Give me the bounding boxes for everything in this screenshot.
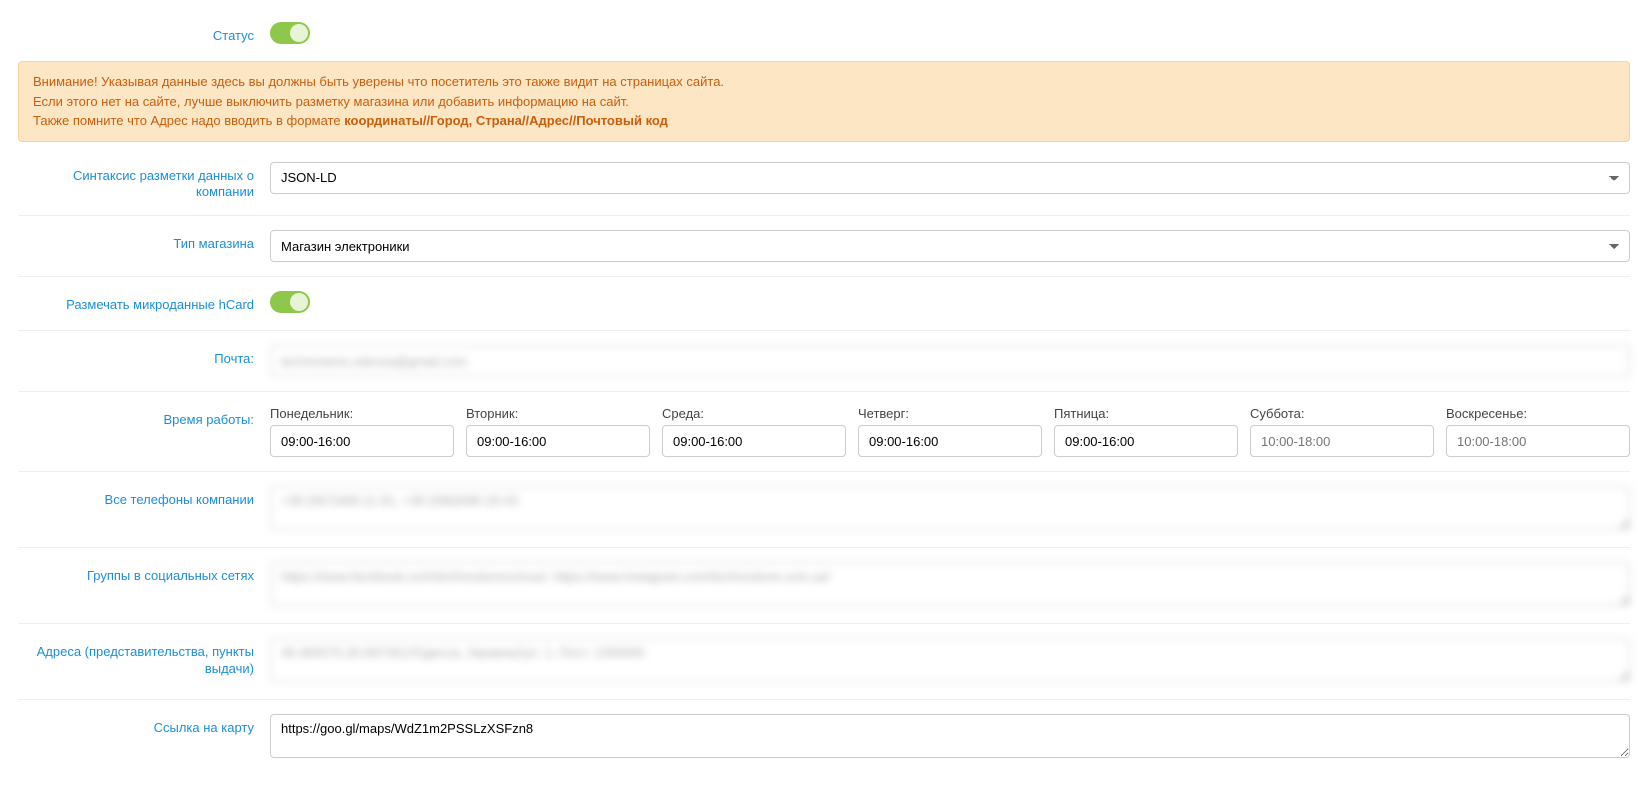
day-group: Суббота: xyxy=(1250,406,1434,457)
day-label: Суббота: xyxy=(1250,406,1434,421)
day-hours-input[interactable] xyxy=(1446,425,1630,457)
syntax-select[interactable]: JSON-LD xyxy=(270,162,1630,194)
day-label: Вторник: xyxy=(466,406,650,421)
days-container: Понедельник: Вторник: Среда: Четверг: Пятниц… xyxy=(270,406,1630,457)
phones-textarea[interactable] xyxy=(270,486,1630,530)
label-hcard: Размечать микроданные hCard xyxy=(66,297,254,312)
alert-line-1: Внимание! Указывая данные здесь вы должн… xyxy=(33,72,1615,92)
day-group: Воскресенье: xyxy=(1446,406,1630,457)
label-email: Почта: xyxy=(214,351,254,366)
day-label: Понедельник: xyxy=(270,406,454,421)
day-group: Понедельник: xyxy=(270,406,454,457)
label-syntax: Синтаксис разметки данных о компании xyxy=(73,168,254,200)
row-social: Группы в социальных сетях xyxy=(18,548,1630,624)
day-hours-input[interactable] xyxy=(662,425,846,457)
toggle-knob-icon xyxy=(290,293,308,311)
day-label: Пятница: xyxy=(1054,406,1238,421)
label-phones: Все телефоны компании xyxy=(105,492,254,507)
day-hours-input[interactable] xyxy=(858,425,1042,457)
label-status: Статус xyxy=(213,28,254,43)
status-toggle[interactable] xyxy=(270,22,310,44)
social-textarea[interactable] xyxy=(270,562,1630,606)
row-phones: Все телефоны компании xyxy=(18,472,1630,548)
day-hours-input[interactable] xyxy=(270,425,454,457)
settings-form: Статус Внимание! Указывая данные здесь в… xyxy=(0,0,1648,793)
warning-alert: Внимание! Указывая данные здесь вы должн… xyxy=(18,61,1630,142)
day-group: Вторник: xyxy=(466,406,650,457)
row-hours: Время работы: Понедельник: Вторник: Среда:… xyxy=(18,392,1630,472)
row-store-type: Тип магазина Магазин электроники xyxy=(18,216,1630,277)
row-syntax: Синтаксис разметки данных о компании JSO… xyxy=(18,148,1630,217)
day-label: Воскресенье: xyxy=(1446,406,1630,421)
alert-line-2: Если этого нет на сайте, лучше выключить… xyxy=(33,92,1615,112)
store-type-select[interactable]: Магазин электроники xyxy=(270,230,1630,262)
row-map-link: Ссылка на карту xyxy=(18,700,1630,775)
day-group: Пятница: xyxy=(1054,406,1238,457)
row-email: Почта: xyxy=(18,331,1630,392)
map-link-textarea[interactable] xyxy=(270,714,1630,758)
day-hours-input[interactable] xyxy=(1250,425,1434,457)
label-map-link: Ссылка на карту xyxy=(154,720,254,735)
label-social: Группы в социальных сетях xyxy=(87,568,254,583)
label-store-type: Тип магазина xyxy=(173,236,254,251)
day-label: Среда: xyxy=(662,406,846,421)
row-addresses: Адреса (представительства, пункты выдачи… xyxy=(18,624,1630,700)
row-status: Статус xyxy=(18,8,1630,61)
day-group: Четверг: xyxy=(858,406,1042,457)
day-group: Среда: xyxy=(662,406,846,457)
email-input[interactable] xyxy=(270,345,1630,377)
label-hours: Время работы: xyxy=(164,412,254,427)
day-label: Четверг: xyxy=(858,406,1042,421)
day-hours-input[interactable] xyxy=(466,425,650,457)
alert-line-3: Также помните что Адрес надо вводить в ф… xyxy=(33,111,1615,131)
day-hours-input[interactable] xyxy=(1054,425,1238,457)
hcard-toggle[interactable] xyxy=(270,291,310,313)
label-addresses: Адреса (представительства, пункты выдачи… xyxy=(37,644,254,676)
addresses-textarea[interactable] xyxy=(270,638,1630,682)
row-hcard: Размечать микроданные hCard xyxy=(18,277,1630,331)
toggle-knob-icon xyxy=(290,24,308,42)
